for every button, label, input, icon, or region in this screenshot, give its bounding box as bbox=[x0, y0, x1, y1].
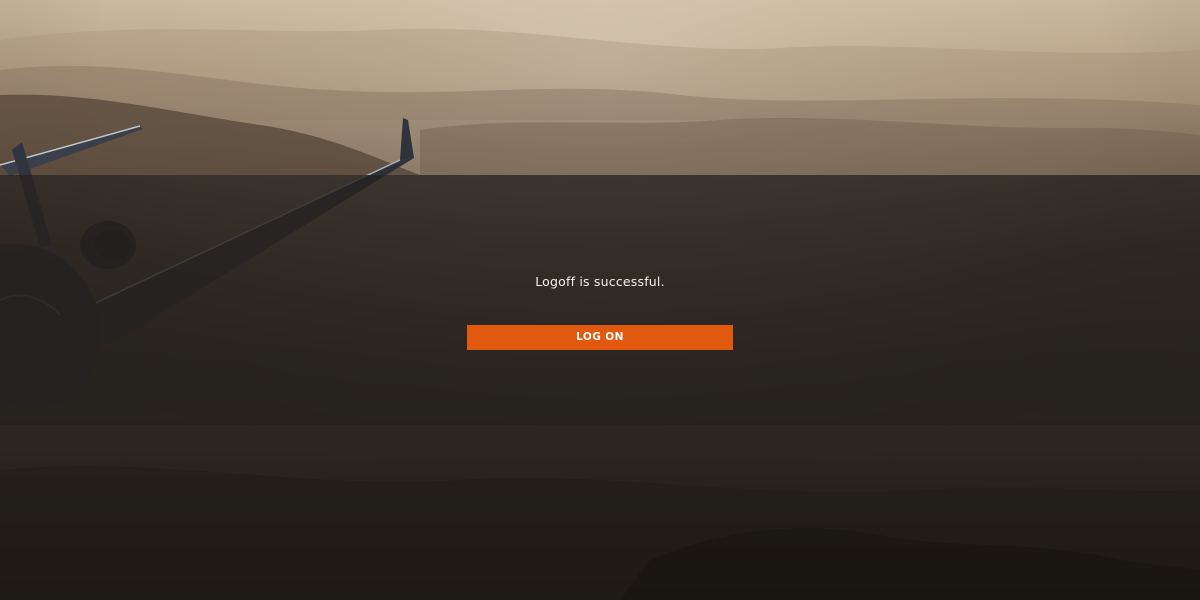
log-on-button[interactable]: LOG ON bbox=[467, 325, 733, 350]
message-overlay-band bbox=[0, 175, 1200, 425]
logoff-page: Logoff is successful. LOG ON bbox=[0, 0, 1200, 600]
logoff-message: Logoff is successful. bbox=[535, 274, 665, 289]
